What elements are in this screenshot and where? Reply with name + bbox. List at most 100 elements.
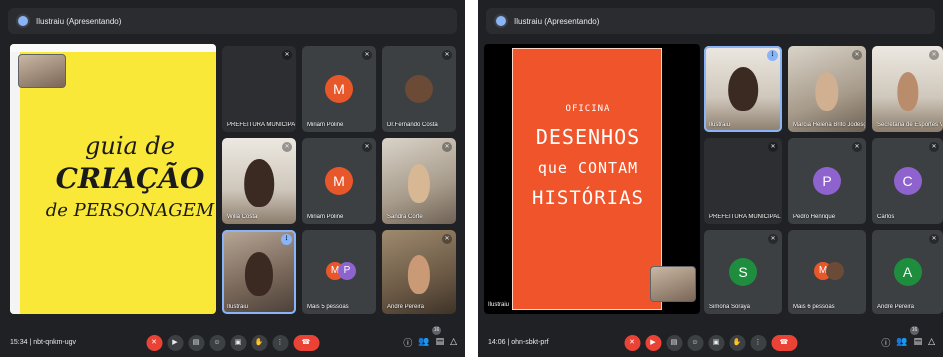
mic-off-icon: ✕	[929, 234, 939, 244]
participant-name: Marcia Helena Brito Jodesg...	[793, 122, 865, 128]
participant-name: Dr.Fernando Costa	[387, 122, 438, 128]
present-icon[interactable]: ▣	[230, 335, 246, 351]
participant-tile[interactable]: ✕ PREFEITURA MUNICIPAL VA...	[704, 138, 782, 224]
participant-avatar: A	[893, 258, 922, 286]
self-view-pip[interactable]	[650, 266, 696, 302]
participant-tile[interactable]: M ✕ Miriam Poline	[302, 138, 376, 224]
participant-video	[815, 71, 839, 112]
mic-off-icon[interactable]: ✕	[146, 335, 162, 351]
participant-name: Miriam Poline	[307, 122, 344, 128]
call-controls: ✕ ▶ ▤ ☺ ▣ ✋ ⋮ ☎	[146, 335, 319, 351]
hangup-icon[interactable]: ☎	[293, 335, 319, 351]
mic-off-icon[interactable]: ✕	[624, 335, 640, 351]
participants-count-badge: 16	[432, 326, 441, 335]
meeting-time: 14:06	[488, 338, 506, 346]
side-panel-icons: ⓘ 👥 ▤ △	[403, 336, 457, 349]
participant-name: Mais 6 pessoas	[793, 304, 835, 310]
slide-line-2: DESENHOS	[535, 125, 641, 149]
shared-browser-bar	[10, 44, 216, 52]
chat-icon[interactable]: ▤	[436, 336, 445, 349]
participant-tile[interactable]: C ✕ Carlos	[872, 138, 943, 224]
presenter-title: Ilustraiu (Apresentando)	[514, 16, 600, 26]
participant-tile[interactable]: S ✕ Simona Soraya	[704, 230, 782, 314]
activities-icon[interactable]: △	[450, 336, 457, 349]
participant-tile[interactable]: ✕ Dr.Fernando Costa	[382, 46, 456, 132]
camera-icon[interactable]: ▶	[167, 335, 183, 351]
mic-off-icon: ✕	[929, 50, 939, 60]
participant-video	[407, 255, 431, 294]
mic-off-icon: ✕	[768, 142, 778, 152]
participant-video	[244, 251, 274, 296]
meet-window-right: Ilustraiu (Apresentando) OFICINA DESENHO…	[478, 0, 943, 357]
mic-off-icon: ✕	[929, 142, 939, 152]
participant-name: PREFEITURA MUNICIPAL VA...	[227, 122, 296, 128]
participant-tile[interactable]: M ✕ Miriam Poline	[302, 46, 376, 132]
participant-avatar: P	[813, 167, 841, 195]
presenter-avatar	[494, 14, 508, 28]
captions-icon[interactable]: ▤	[188, 335, 204, 351]
info-icon[interactable]: ⓘ	[881, 336, 890, 349]
hangup-icon[interactable]: ☎	[771, 335, 797, 351]
raise-hand-icon[interactable]: ✋	[251, 335, 267, 351]
presenter-bar: Ilustraiu (Apresentando)	[8, 8, 457, 34]
participant-tile[interactable]: A ✕ André Pereira	[872, 230, 943, 314]
emoji-icon[interactable]: ☺	[209, 335, 225, 351]
self-view-pip[interactable]	[18, 54, 66, 88]
participant-video	[244, 158, 274, 207]
present-icon[interactable]: ▣	[708, 335, 724, 351]
participant-name: André Pereira	[387, 304, 425, 310]
participant-name: Mais 5 pessoas	[307, 304, 349, 310]
participant-name: PREFEITURA MUNICIPAL VA...	[709, 214, 781, 220]
info-icon[interactable]: ⓘ	[403, 336, 412, 349]
participant-name: Ilustraiu	[709, 122, 731, 128]
presenter-bar: Ilustraiu (Apresentando)	[486, 8, 935, 34]
participant-name: Miriam Poline	[307, 214, 344, 220]
participant-tile[interactable]: ✕ PREFEITURA MUNICIPAL VA...	[222, 46, 296, 132]
participant-name: Pedro Henrique	[793, 214, 836, 220]
participant-name: Carlos	[877, 214, 895, 220]
presentation-stage[interactable]: guia de CRIAÇÃO de PERSONAGEM	[10, 44, 216, 314]
emoji-icon[interactable]: ☺	[687, 335, 703, 351]
participant-video-tile[interactable]: ⋮ Ilustraiu	[704, 46, 782, 132]
captions-icon[interactable]: ▤	[666, 335, 682, 351]
participant-video	[896, 71, 919, 112]
people-icon[interactable]: 👥	[896, 336, 907, 349]
people-icon[interactable]: 👥	[418, 336, 429, 349]
participant-avatar: C	[893, 167, 922, 195]
slide-line-3: de PERSONAGEM	[45, 200, 215, 221]
meeting-info: 15:34 | nbt-qnkm-ugv	[10, 338, 77, 346]
participant-video-tile[interactable]: ✕ Secretaria de Esportes Valp...	[872, 46, 943, 132]
participant-avatar: P	[338, 261, 356, 280]
camera-off-icon[interactable]: ▶	[645, 335, 661, 351]
presentation-stage[interactable]: OFICINA DESENHOS que CONTAM HISTÓRIAS Il…	[484, 44, 700, 314]
mic-off-icon: ✕	[282, 50, 292, 60]
more-icon[interactable]: ⋮	[272, 335, 288, 351]
participant-avatar: M	[325, 167, 353, 195]
participant-avatar: S	[729, 258, 757, 286]
slide-line-3: que CONTAM	[537, 159, 639, 177]
more-icon[interactable]: ⋮	[750, 335, 766, 351]
mic-off-icon: ✕	[768, 234, 778, 244]
slide: OFICINA DESENHOS que CONTAM HISTÓRIAS	[512, 48, 662, 310]
chat-icon[interactable]: ▤	[914, 336, 923, 349]
participant-photo-avatar	[405, 75, 433, 103]
activities-icon[interactable]: △	[928, 336, 935, 349]
speaking-indicator-icon: ⋮	[281, 234, 292, 245]
participant-video-tile[interactable]: ✕ Sandra Corte	[382, 138, 456, 224]
raise-hand-icon[interactable]: ✋	[729, 335, 745, 351]
participant-video-tile[interactable]: ⋮ Ilustraiu	[222, 230, 296, 314]
mic-off-icon: ✕	[442, 50, 452, 60]
participants-count-badge: 16	[910, 326, 919, 335]
participant-video-tile[interactable]: ✕ Marcia Helena Brito Jodesg...	[788, 46, 866, 132]
side-panel-icons: ⓘ 👥 ▤ △	[881, 336, 935, 349]
participant-video-tile[interactable]: ✕ André Pereira	[382, 230, 456, 314]
participant-video-tile[interactable]: ✕ Willa Costa	[222, 138, 296, 224]
participant-tile[interactable]: P ✕ Pedro Henrique	[788, 138, 866, 224]
participant-avatar: M	[325, 75, 353, 103]
more-participants-tile[interactable]: M Mais 6 pessoas	[788, 230, 866, 314]
meet-window-left: Ilustraiu (Apresentando) guia de CRIAÇÃO…	[0, 0, 465, 357]
more-participants-tile[interactable]: M P Mais 5 pessoas	[302, 230, 376, 314]
mic-off-icon: ✕	[442, 142, 452, 152]
participant-name: Willa Costa	[227, 214, 258, 220]
slide-line-1: guia de	[85, 132, 175, 160]
